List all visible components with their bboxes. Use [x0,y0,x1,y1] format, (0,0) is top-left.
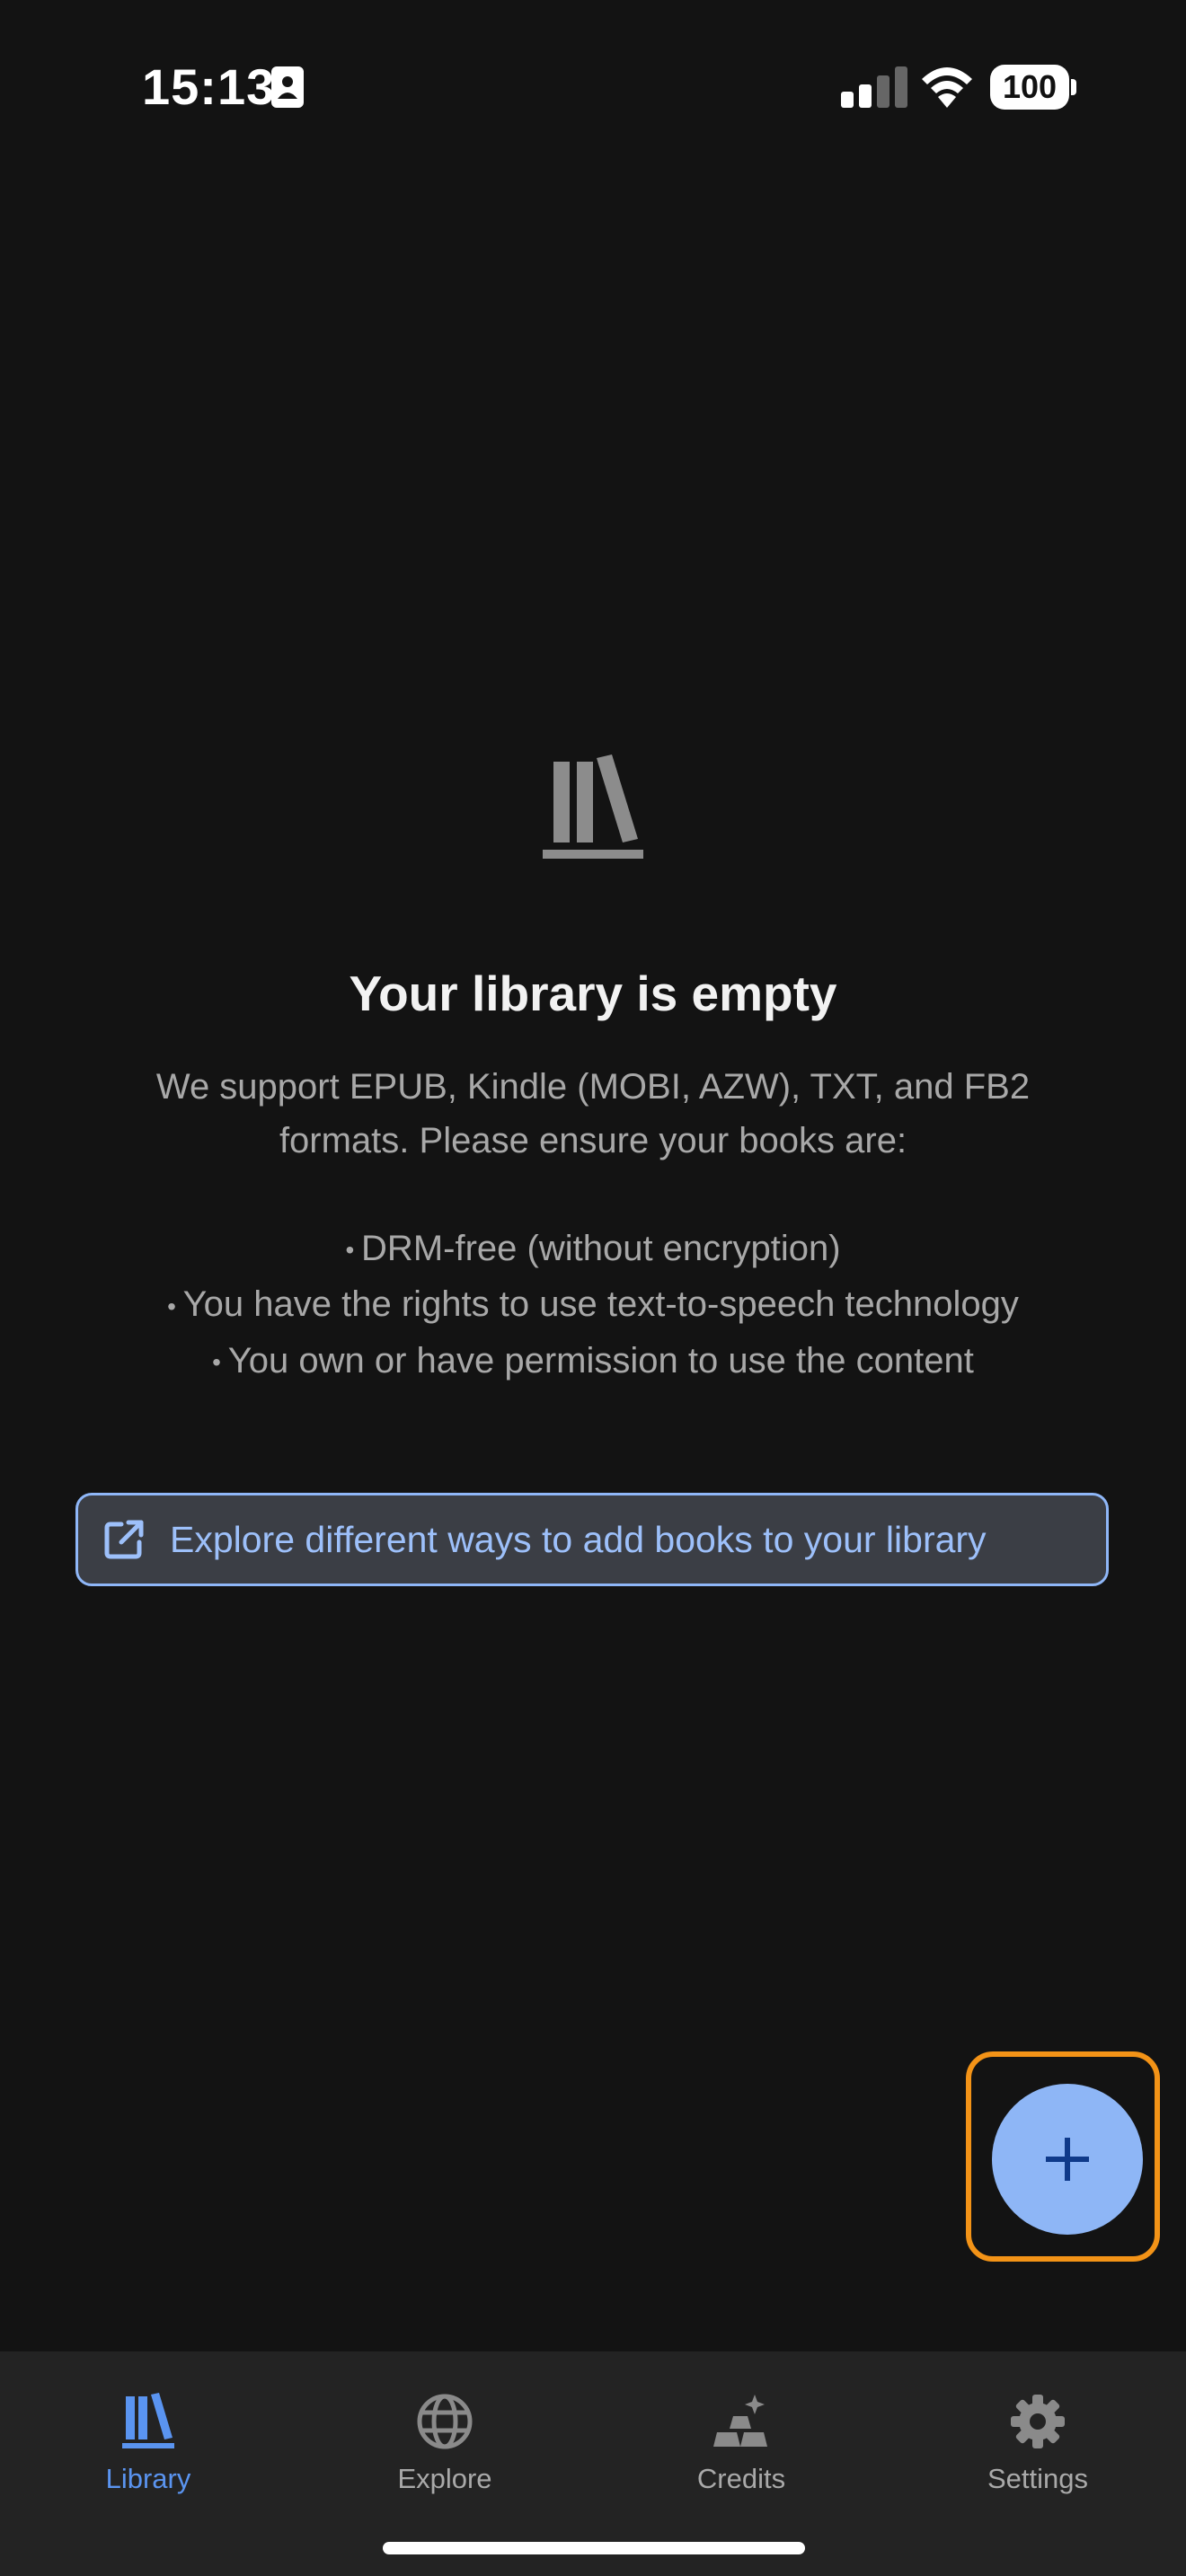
status-time: 15:13 [142,58,276,115]
requirement-item: You own or have permission to use the co… [0,1334,1186,1389]
requirements-list: DRM-free (without encryption) You have t… [0,1222,1186,1389]
credits-icon [713,2395,767,2447]
tab-label-explore: Explore [397,2463,492,2494]
tab-label-library: Library [105,2463,191,2494]
plus-icon [1046,2138,1089,2181]
empty-title: Your library is empty [349,966,837,1021]
tab-library[interactable]: Library [0,2393,296,2495]
cellular-signal-icon [841,66,907,108]
battery-indicator: 100 [990,65,1076,110]
books-icon [543,754,643,859]
tab-explore[interactable]: Explore [296,2393,593,2495]
requirement-item: DRM-free (without encryption) [0,1222,1186,1277]
home-indicator[interactable] [383,2542,805,2554]
gear-icon [1011,2395,1065,2448]
tab-label-credits: Credits [696,2463,786,2494]
explore-ways-label: Explore different ways to add books to y… [170,1518,987,1560]
empty-description: We support EPUB, Kindle (MOBI, AZW), TXT… [155,1067,1031,1160]
add-book-button[interactable] [992,2084,1143,2235]
requirement-item: You have the rights to use text-to-speec… [0,1277,1186,1333]
tab-credits[interactable]: Credits [593,2393,890,2495]
tab-settings[interactable]: Settings [890,2393,1186,2495]
tab-label-settings: Settings [987,2463,1088,2494]
contact-card-icon [271,66,304,108]
battery-level: 100 [1002,68,1058,105]
globe-icon [417,2394,473,2449]
library-icon [122,2393,174,2448]
status-bar: 15:13 100 [0,0,1186,171]
wifi-icon [922,67,972,108]
external-link-icon [104,1520,144,1559]
explore-ways-button[interactable]: Explore different ways to add books to y… [75,1493,1109,1586]
empty-state: Your library is empty We support EPUB, K… [0,754,1186,1389]
